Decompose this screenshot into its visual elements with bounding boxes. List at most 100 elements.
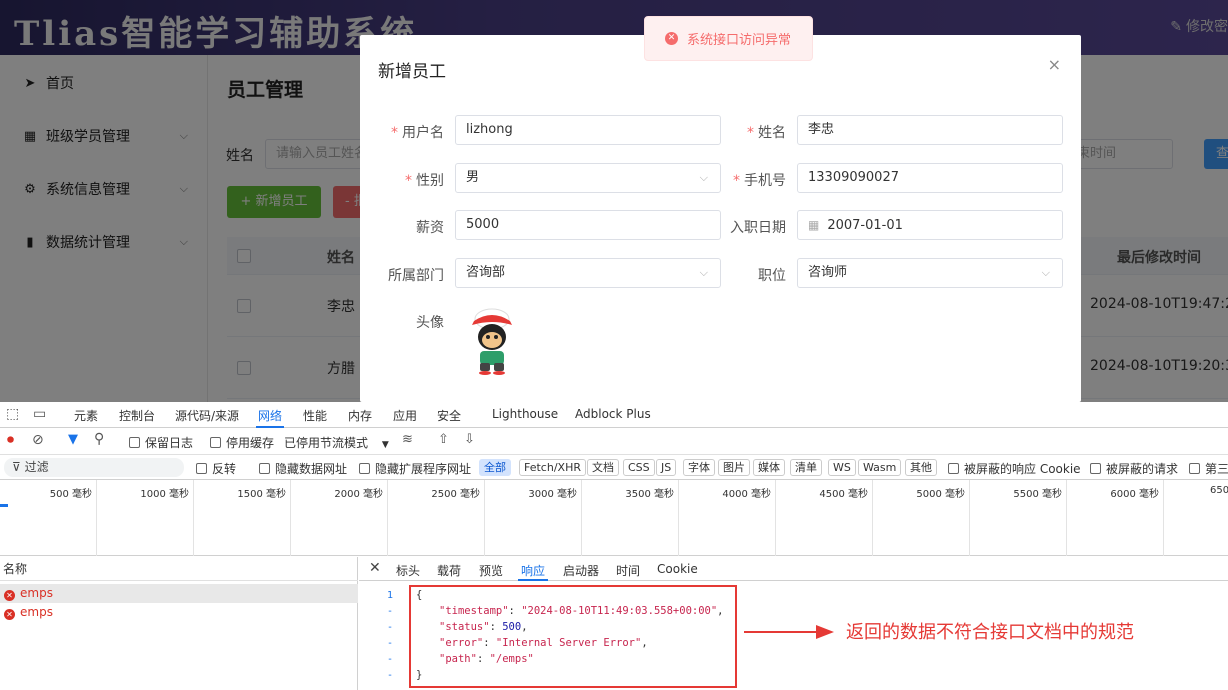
line-number: - xyxy=(386,606,394,617)
timeline-tick: 3000 毫秒 xyxy=(485,480,582,556)
tab-payload[interactable]: 载荷 xyxy=(437,562,461,579)
tab-sources[interactable]: 源代码/来源 xyxy=(175,407,239,424)
request-list-header[interactable]: 名称 xyxy=(0,557,358,581)
tab-console[interactable]: 控制台 xyxy=(119,407,155,424)
error-icon: ✕ xyxy=(4,590,15,601)
type-filter-css[interactable]: CSS xyxy=(623,459,655,476)
type-filter-ws[interactable]: WS xyxy=(828,459,856,476)
timeline-tick: 2000 毫秒 xyxy=(291,480,388,556)
username-field[interactable]: lizhong xyxy=(455,115,721,145)
timeline-tick: 5000 毫秒 xyxy=(873,480,970,556)
request-list: 名称 ✕ emps ✕ emps xyxy=(0,557,358,690)
filter-placeholder: 过滤 xyxy=(24,460,49,474)
line-number: - xyxy=(386,622,394,633)
network-toolbar: ⏺ ⊘ ▼ ⚲ 保留日志 停用缓存 已停用节流模式 ▼ ≋ ⇧ ⇩ xyxy=(0,429,1228,455)
response-body[interactable]: 1 - - - - - { "timestamp": "2024-08-10T1… xyxy=(359,582,739,690)
type-filter-js[interactable]: JS xyxy=(656,459,677,476)
timeline-tick: 3500 毫秒 xyxy=(582,480,679,556)
dept-label: 所属部门 xyxy=(388,268,444,284)
add-employee-dialog: 新增员工 × * 用户名 lizhong * 姓名 李忠 * 性别 男 ⌵ * 手机号 1… xyxy=(360,35,1081,402)
tab-initiator[interactable]: 启动器 xyxy=(563,562,599,579)
gender-select[interactable]: 男 ⌵ xyxy=(455,163,721,193)
upload-icon[interactable]: ⇧ xyxy=(438,432,449,447)
filter-icon[interactable]: ▼ xyxy=(68,432,78,447)
filter-icon: ⊽ xyxy=(12,460,25,474)
preserve-log-toggle[interactable]: 保留日志 xyxy=(129,434,193,451)
entry-date-picker[interactable]: ▦ 2007-01-01 xyxy=(797,210,1063,240)
checkbox xyxy=(210,437,221,448)
toast-message: 系统接口访问异常 xyxy=(687,33,792,48)
phone-label: * 手机号 xyxy=(733,173,786,189)
tab-response[interactable]: 响应 xyxy=(517,562,549,581)
tab-lighthouse[interactable]: Lighthouse xyxy=(492,407,558,421)
inspect-element-icon[interactable]: ⬚ xyxy=(6,406,19,422)
tab-elements[interactable]: 元素 xyxy=(74,407,98,424)
network-timeline[interactable]: 500 毫秒 1000 毫秒 1500 毫秒 2000 毫秒 2500 毫秒 3… xyxy=(0,480,1228,556)
chevron-down-icon: ⌵ xyxy=(699,266,708,279)
download-icon[interactable]: ⇩ xyxy=(464,432,475,447)
timeline-tick: 6000 毫秒 xyxy=(1067,480,1164,556)
disable-cache-toggle[interactable]: 停用缓存 xyxy=(210,434,274,451)
realname-label: * 姓名 xyxy=(747,125,786,141)
highlight-box xyxy=(409,585,737,688)
type-filter-wasm[interactable]: Wasm xyxy=(858,459,902,476)
line-number: - xyxy=(386,670,394,681)
hide-extension-urls-toggle[interactable]: 隐藏扩展程序网址 xyxy=(359,460,471,477)
search-icon[interactable]: ⚲ xyxy=(94,431,104,447)
close-icon[interactable]: ✕ xyxy=(369,560,381,576)
type-filter-manifest[interactable]: 清单 xyxy=(790,459,822,476)
error-toast: ✕ 系统接口访问异常 xyxy=(644,16,813,61)
dialog-title: 新增员工 xyxy=(378,62,446,82)
type-filter-fetch-xhr[interactable]: Fetch/XHR xyxy=(519,459,586,476)
dept-select[interactable]: 咨询部 ⌵ xyxy=(455,258,721,288)
realname-field[interactable]: 李忠 xyxy=(797,115,1063,145)
tab-timing[interactable]: 时间 xyxy=(616,562,640,579)
network-conditions-icon[interactable]: ≋ xyxy=(402,432,413,447)
network-filter-bar: ⊽ 过滤 反转 隐藏数据网址 隐藏扩展程序网址 全部 Fetch/XHR 文档 … xyxy=(0,455,1228,480)
timeline-tick: 4000 毫秒 xyxy=(679,480,776,556)
tab-preview[interactable]: 预览 xyxy=(479,562,503,579)
entry-date-label: 入职日期 xyxy=(730,220,786,236)
position-select[interactable]: 咨询师 ⌵ xyxy=(797,258,1063,288)
throttle-value: 已停用节流模式 xyxy=(284,436,369,450)
request-row[interactable]: ✕ emps xyxy=(0,584,358,603)
devtools-panel: ⬚ ▭ 元素 控制台 源代码/来源 网络 性能 内存 应用 安全 Lightho… xyxy=(0,402,1228,690)
type-filter-doc[interactable]: 文档 xyxy=(587,459,619,476)
record-icon[interactable]: ⏺ xyxy=(7,432,14,448)
type-filter-media[interactable]: 媒体 xyxy=(753,459,785,476)
error-circle-icon: ✕ xyxy=(665,32,678,45)
tab-security[interactable]: 安全 xyxy=(437,407,461,424)
blocked-requests-toggle[interactable]: 被屏蔽的请求 xyxy=(1090,460,1178,477)
request-row[interactable]: ✕ emps xyxy=(0,603,358,622)
gender-label: * 性别 xyxy=(405,173,444,189)
tab-adblock[interactable]: Adblock Plus xyxy=(575,407,651,421)
filter-input[interactable]: ⊽ 过滤 xyxy=(4,458,184,477)
tab-memory[interactable]: 内存 xyxy=(348,407,372,424)
tab-headers[interactable]: 标头 xyxy=(396,562,420,579)
preserve-log-label: 保留日志 xyxy=(145,436,194,450)
type-filter-all[interactable]: 全部 xyxy=(479,459,511,476)
device-toolbar-icon[interactable]: ▭ xyxy=(33,406,46,422)
blocked-cookies-toggle[interactable]: 被屏蔽的响应 Cookie xyxy=(948,460,1081,477)
salary-field[interactable]: 5000 xyxy=(455,210,721,240)
tab-performance[interactable]: 性能 xyxy=(303,407,327,424)
type-filter-other[interactable]: 其他 xyxy=(905,459,937,476)
tab-network[interactable]: 网络 xyxy=(255,407,285,428)
close-icon[interactable]: × xyxy=(1048,55,1061,74)
tab-cookies[interactable]: Cookie xyxy=(657,562,698,576)
clear-icon[interactable]: ⊘ xyxy=(32,432,44,448)
hide-data-urls-toggle[interactable]: 隐藏数据网址 xyxy=(259,460,347,477)
throttle-select[interactable]: 已停用节流模式 ▼ xyxy=(284,434,389,451)
avatar-upload[interactable] xyxy=(464,305,520,375)
request-detail-panel: ✕ 标头 载荷 预览 响应 启动器 时间 Cookie 1 - - - - - … xyxy=(359,557,1228,690)
chevron-down-icon: ▼ xyxy=(381,440,389,450)
invert-toggle[interactable]: 反转 xyxy=(196,460,236,477)
timeline-request-bar xyxy=(0,504,8,507)
phone-field[interactable]: 13309090027 xyxy=(797,163,1063,193)
dept-value: 咨询部 xyxy=(466,265,506,280)
tab-application[interactable]: 应用 xyxy=(393,407,417,424)
type-filter-img[interactable]: 图片 xyxy=(718,459,750,476)
third-party-toggle[interactable]: 第三 xyxy=(1189,460,1228,477)
timeline-tick: 500 毫秒 xyxy=(0,480,97,556)
type-filter-font[interactable]: 字体 xyxy=(683,459,715,476)
